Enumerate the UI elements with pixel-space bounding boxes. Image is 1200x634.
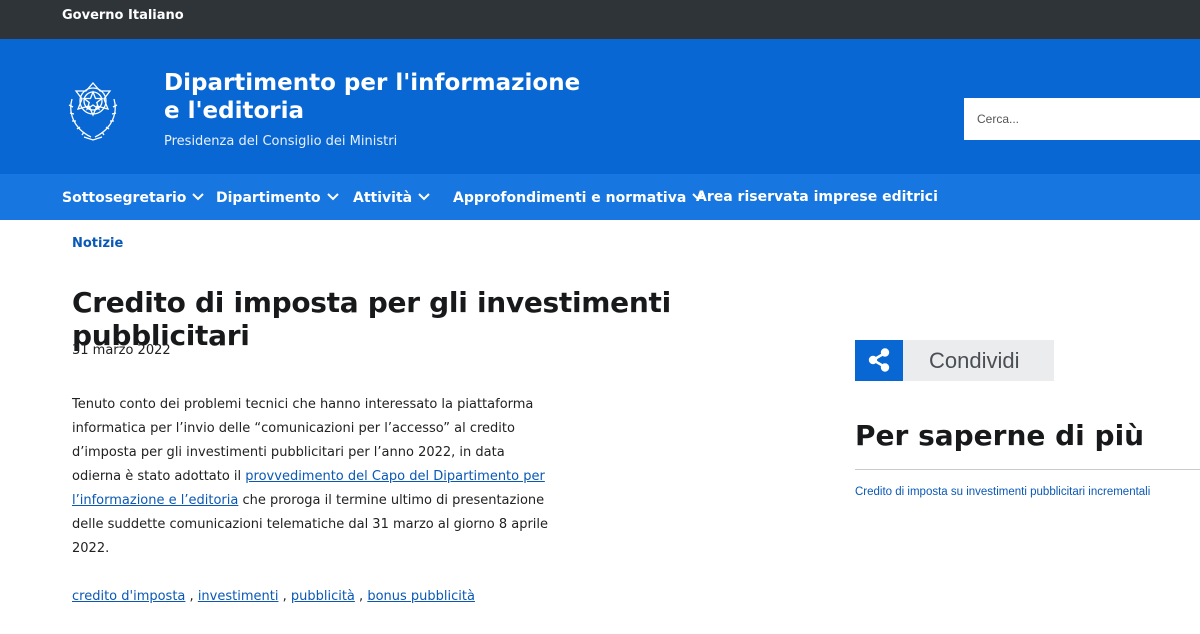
share-button[interactable]: Condividi xyxy=(855,340,1054,381)
nav-item-attivita[interactable]: Attività xyxy=(353,189,430,206)
share-label: Condividi xyxy=(929,348,1020,373)
tag-separator: , xyxy=(185,589,198,604)
governo-italiano-link[interactable]: Governo Italiano xyxy=(62,8,184,23)
nav-item-dipartimento[interactable]: Dipartimento xyxy=(216,189,339,206)
sidebar-title: Per saperne di più xyxy=(855,419,1145,452)
related-link[interactable]: Credito di imposta su investimenti pubbl… xyxy=(855,486,1150,498)
nav-item-area-riservata[interactable]: Area riservata imprese editrici xyxy=(696,189,938,205)
article-body: Tenuto conto dei problemi tecnici che ha… xyxy=(72,393,550,561)
chevron-down-icon xyxy=(326,189,339,205)
breadcrumb-notizie[interactable]: Notizie xyxy=(72,236,123,251)
tag-link[interactable]: bonus pubblicità xyxy=(367,589,475,604)
tag-link[interactable]: pubblicità xyxy=(291,589,355,604)
article-tags: credito d'imposta , investimenti , pubbl… xyxy=(72,589,475,604)
nav-item-approfondimenti[interactable]: Approfondimenti e normativa xyxy=(453,189,704,206)
tag-link[interactable]: credito d'imposta xyxy=(72,589,185,604)
site-header: Dipartimento per l'informazione e l'edit… xyxy=(0,39,1200,174)
nav-item-label: Dipartimento xyxy=(216,190,321,206)
main-nav: Sottosegretario Dipartimento Attività Ap… xyxy=(0,174,1200,220)
sidebar-divider xyxy=(855,469,1200,470)
republic-emblem-icon[interactable] xyxy=(64,79,122,143)
article-date: 31 marzo 2022 xyxy=(72,343,171,358)
site-title[interactable]: Dipartimento per l'informazione e l'edit… xyxy=(164,69,594,125)
nav-item-label: Area riservata imprese editrici xyxy=(696,189,938,205)
share-icon xyxy=(868,348,890,372)
tag-separator: , xyxy=(278,589,291,604)
tag-link[interactable]: investimenti xyxy=(198,589,279,604)
nav-item-label: Approfondimenti e normativa xyxy=(453,190,687,206)
tag-separator: , xyxy=(354,589,368,604)
page-title: Credito di imposta per gli investimenti … xyxy=(72,286,671,352)
site-subtitle: Presidenza del Consiglio dei Ministri xyxy=(164,134,398,149)
search-input[interactable] xyxy=(964,98,1200,140)
nav-item-label: Sottosegretario xyxy=(62,190,187,206)
share-icon-box xyxy=(855,340,903,381)
chevron-down-icon xyxy=(192,189,205,205)
nav-item-sottosegretario[interactable]: Sottosegretario xyxy=(62,189,205,206)
nav-item-label: Attività xyxy=(353,190,413,206)
top-bar: Governo Italiano xyxy=(0,0,1200,39)
chevron-down-icon xyxy=(418,189,430,205)
